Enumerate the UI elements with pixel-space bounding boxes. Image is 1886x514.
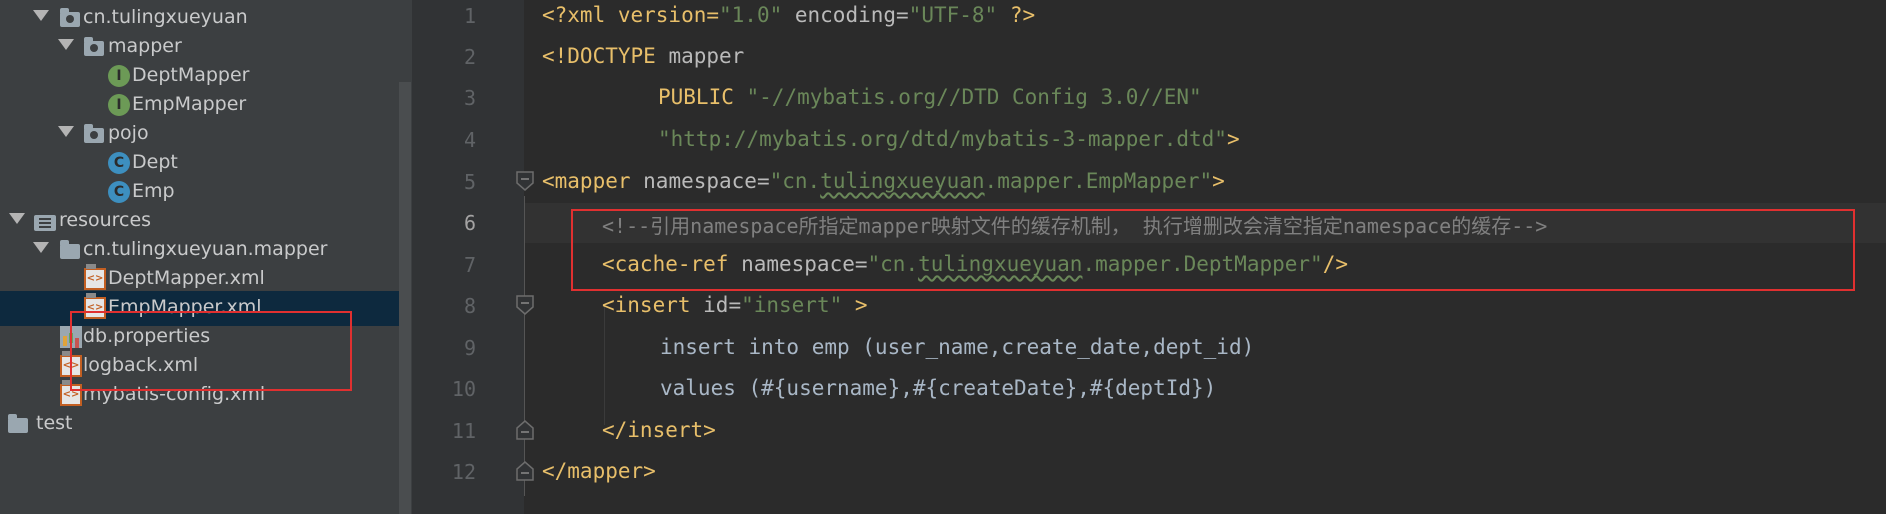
code-line-4[interactable]: "http://mybatis.org/dtd/mybatis-3-mapper… — [658, 127, 1240, 151]
xml-files-highlight-box — [70, 311, 352, 391]
code-line-2[interactable]: <!DOCTYPE mapper — [542, 44, 744, 68]
code-token: "UTF-8" — [908, 3, 998, 27]
folder-icon — [8, 414, 28, 433]
package-folder-icon — [84, 37, 104, 56]
code-line-5[interactable]: <mapper namespace="cn.tulingxueyuan.mapp… — [542, 169, 1225, 193]
code-token: insert into emp (user_name,create_date,d… — [660, 335, 1255, 359]
code-token: tulingxueyuan — [820, 169, 985, 193]
line-number: 10 — [451, 377, 476, 401]
class-icon: C — [108, 152, 130, 174]
code-line-12[interactable]: </mapper> — [542, 459, 656, 483]
tree-item-label: test — [36, 412, 73, 434]
expand-arrow-icon[interactable] — [58, 39, 74, 50]
line-number: 5 — [463, 170, 476, 194]
code-token: <insert — [602, 293, 704, 317]
code-token: > — [1226, 127, 1240, 151]
code-token: "http://mybatis.org/dtd/mybatis-3-mapper… — [658, 127, 1227, 151]
fold-guide-line — [524, 196, 525, 496]
code-token: "-//mybatis.org//DTD Config 3.0//EN" — [746, 85, 1202, 109]
fold-collapse-icon[interactable] — [515, 171, 535, 191]
tree-item-label: cn.tulingxueyuan.mapper — [83, 238, 328, 260]
package-folder-icon — [60, 8, 80, 27]
line-number: 8 — [463, 294, 476, 318]
code-token: values (#{username},#{createDate},#{dept… — [660, 376, 1217, 400]
fold-end-icon[interactable] — [515, 420, 535, 440]
expand-arrow-icon[interactable] — [33, 242, 49, 253]
code-line-9[interactable]: insert into emp (user_name,create_date,d… — [660, 335, 1254, 359]
code-token: id= — [703, 293, 742, 317]
code-token: </insert> — [602, 418, 716, 442]
expand-arrow-icon[interactable] — [58, 126, 74, 137]
class-icon: C — [108, 181, 130, 203]
line-number: 3 — [463, 86, 476, 110]
code-token: PUBLIC — [658, 85, 747, 109]
code-token: <mapper — [542, 169, 644, 193]
code-token: encoding= — [782, 3, 909, 27]
code-token: > — [842, 293, 868, 317]
tree-item-test[interactable]: test — [0, 407, 399, 442]
code-token: "cn. — [769, 169, 821, 193]
code-token: namespace= — [643, 169, 770, 193]
code-token: > — [1212, 169, 1225, 193]
package-folder-icon — [84, 124, 104, 143]
tree-item-label: EmpMapper — [132, 93, 247, 115]
code-line-1[interactable]: <?xml version="1.0" encoding="UTF-8" ?> — [542, 3, 1035, 27]
tree-item-label: cn.tulingxueyuan — [83, 6, 248, 28]
tree-scrollbar[interactable] — [399, 82, 411, 514]
code-token: </mapper> — [542, 459, 656, 483]
tree-item-label: Dept — [132, 151, 178, 173]
tree-item-label: DeptMapper.xml — [108, 267, 265, 289]
code-token: "1.0" — [719, 3, 783, 27]
tree-item-label: Emp — [132, 180, 175, 202]
tree-item-label: resources — [59, 209, 152, 231]
cache-ref-highlight-box — [571, 209, 1855, 291]
interface-icon: I — [108, 94, 130, 116]
code-line-8[interactable]: <insert id="insert" > — [602, 293, 868, 317]
tree-item-label: mapper — [108, 35, 182, 57]
line-number: 9 — [463, 336, 476, 360]
tree-item-label: DeptMapper — [132, 64, 250, 86]
line-number: 12 — [451, 460, 476, 484]
code-line-3[interactable]: PUBLIC "-//mybatis.org//DTD Config 3.0//… — [658, 85, 1202, 109]
code-line-10[interactable]: values (#{username},#{createDate},#{dept… — [660, 376, 1216, 400]
line-number: 2 — [463, 45, 476, 69]
code-token: mapper — [668, 44, 745, 68]
line-number: 4 — [463, 128, 476, 152]
line-number: 6 — [463, 211, 476, 235]
expand-arrow-icon[interactable] — [33, 10, 49, 21]
interface-icon: I — [108, 65, 130, 87]
line-number: 11 — [451, 419, 476, 443]
resources-folder-icon — [34, 215, 56, 231]
tree-item-label: pojo — [108, 122, 149, 144]
folder-icon — [60, 240, 80, 259]
indent-guide — [604, 305, 605, 425]
fold-end-icon[interactable] — [515, 461, 535, 481]
code-token: .mapper.EmpMapper" — [984, 169, 1213, 193]
code-token: "insert" — [741, 293, 843, 317]
project-tree: cn.tulingxueyuan mapper I DeptMapper I E… — [0, 0, 412, 514]
line-number: 7 — [463, 253, 476, 277]
line-number: 1 — [463, 4, 476, 28]
xml-file-icon: <> — [84, 264, 106, 290]
fold-collapse-icon[interactable] — [515, 295, 535, 315]
code-token: <!DOCTYPE — [542, 44, 669, 68]
code-token: ?> — [997, 3, 1036, 27]
code-token: <?xml version= — [542, 3, 720, 27]
expand-arrow-icon[interactable] — [9, 213, 25, 224]
code-line-11[interactable]: </insert> — [602, 418, 716, 442]
